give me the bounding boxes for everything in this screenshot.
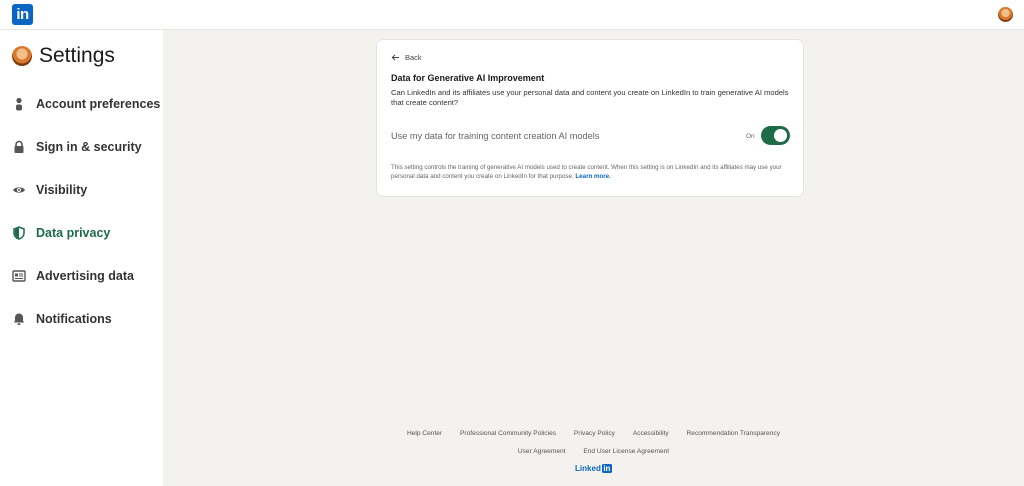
setting-note: This setting controls the training of ge… xyxy=(391,164,791,181)
setting-label: Use my data for training content creatio… xyxy=(391,131,600,141)
newspaper-icon xyxy=(12,269,26,283)
sidebar-item-label: Visibility xyxy=(36,183,88,197)
footer-link-eula[interactable]: End User License Agreement xyxy=(583,448,669,455)
footer-link-help-center[interactable]: Help Center xyxy=(407,430,442,437)
settings-header: Settings xyxy=(12,44,115,68)
footer-link-accessibility[interactable]: Accessibility xyxy=(633,430,669,437)
footer-link-community-policies[interactable]: Professional Community Policies xyxy=(460,430,556,437)
back-label: Back xyxy=(405,53,422,62)
sidebar-item-label: Notifications xyxy=(36,312,112,326)
bell-icon xyxy=(12,312,26,326)
setting-card: Back Data for Generative AI Improvement … xyxy=(377,40,803,196)
person-icon xyxy=(12,97,26,111)
sidebar-item-label: Data privacy xyxy=(36,226,111,240)
arrow-left-icon xyxy=(391,54,400,61)
footer-row-1: Help Center Professional Community Polic… xyxy=(163,430,1024,437)
ai-training-toggle[interactable] xyxy=(761,126,790,145)
linkedin-logo[interactable]: in xyxy=(12,4,33,25)
sidebar-item-advertising-data[interactable]: Advertising data xyxy=(12,266,134,286)
sidebar-item-notifications[interactable]: Notifications xyxy=(12,309,112,329)
settings-sidebar: Settings Account preferences Sign in & s… xyxy=(0,30,163,486)
avatar[interactable] xyxy=(998,7,1013,22)
footer-linkedin-logo: Linked in xyxy=(163,464,1024,473)
eye-icon xyxy=(12,183,26,197)
card-description: Can LinkedIn and its affiliates use your… xyxy=(391,88,789,107)
page-title: Settings xyxy=(39,44,115,67)
footer-link-privacy-policy[interactable]: Privacy Policy xyxy=(574,430,615,437)
sidebar-item-account-preferences[interactable]: Account preferences xyxy=(12,94,160,114)
footer-row-2: User Agreement End User License Agreemen… xyxy=(163,448,1024,455)
sidebar-item-sign-in-security[interactable]: Sign in & security xyxy=(12,137,142,157)
shield-icon xyxy=(12,226,26,240)
toggle-knob xyxy=(774,129,787,142)
sidebar-item-data-privacy[interactable]: Data privacy xyxy=(12,223,110,243)
sidebar-item-label: Account preferences xyxy=(36,97,161,111)
sidebar-item-label: Advertising data xyxy=(36,269,134,283)
sidebar-item-label: Sign in & security xyxy=(36,140,142,154)
top-bar: in xyxy=(0,0,1024,30)
back-button[interactable]: Back xyxy=(391,53,422,62)
footer-link-user-agreement[interactable]: User Agreement xyxy=(518,448,566,455)
learn-more-link[interactable]: Learn more. xyxy=(575,173,610,180)
avatar xyxy=(12,46,32,66)
footer-logo-in: in xyxy=(601,464,612,473)
footer-link-recommendation-transparency[interactable]: Recommendation Transparency xyxy=(687,430,780,437)
footer-logo-text: Linked xyxy=(575,464,601,473)
lock-icon xyxy=(12,140,26,154)
card-title: Data for Generative AI Improvement xyxy=(391,73,545,83)
toggle-state-label: On xyxy=(746,133,755,140)
sidebar-item-visibility[interactable]: Visibility xyxy=(12,180,87,200)
